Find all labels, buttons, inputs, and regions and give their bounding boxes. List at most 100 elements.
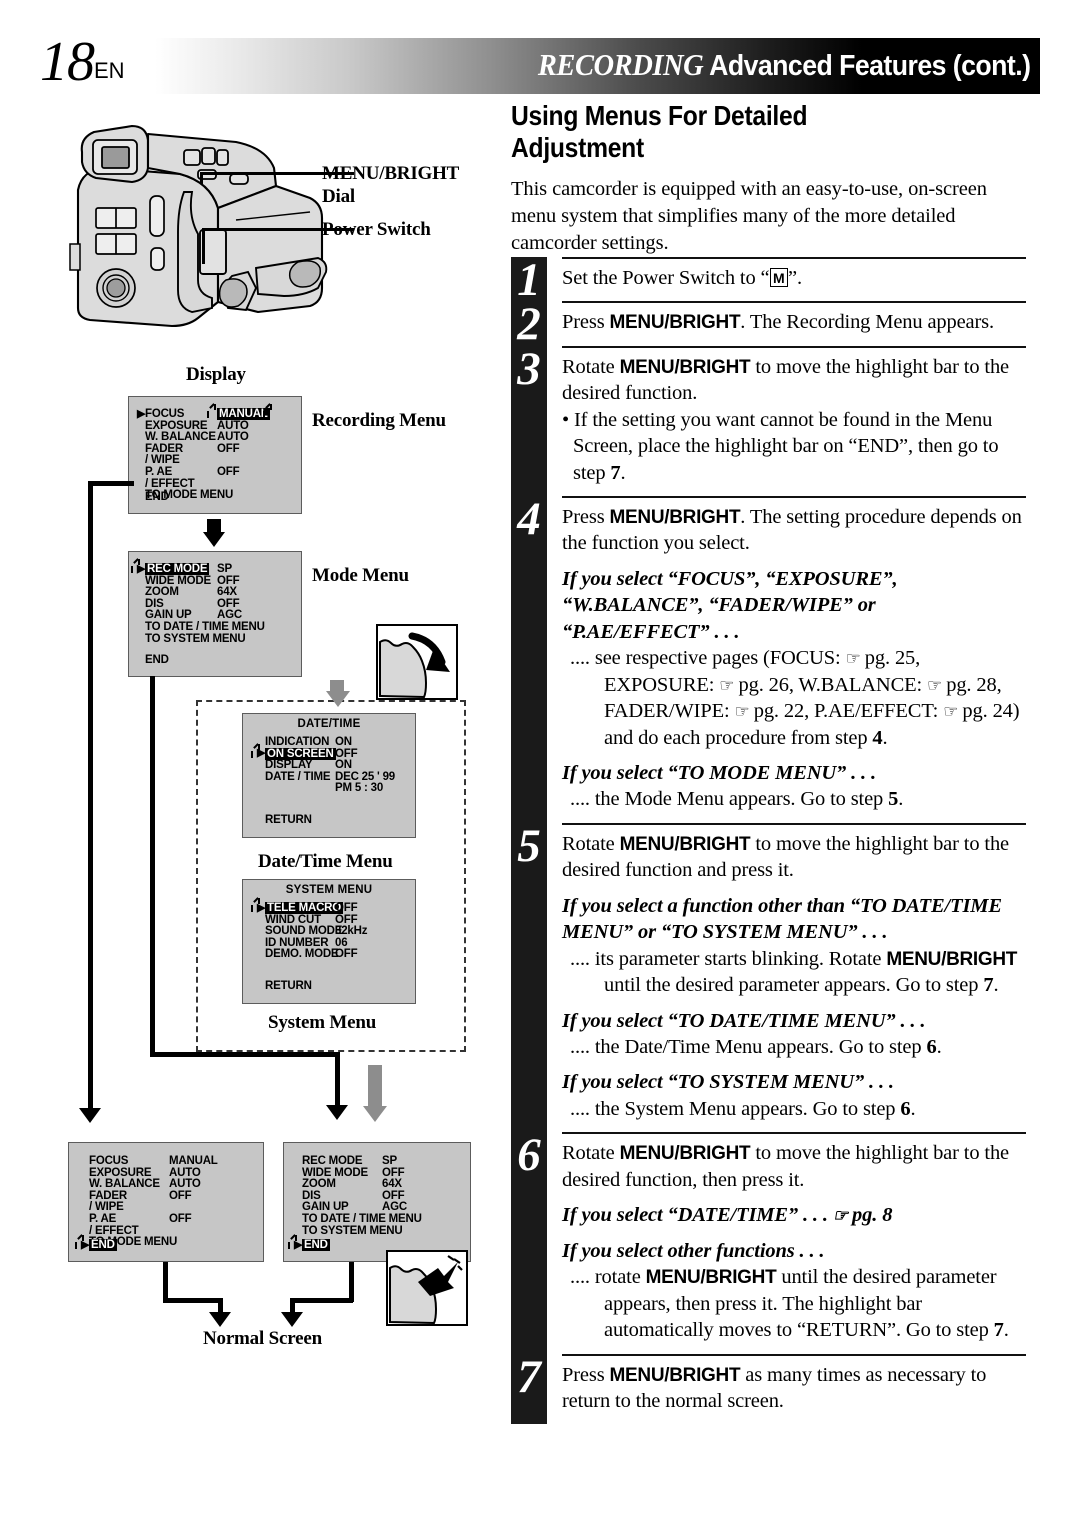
osd-row-value: OFF [217,442,240,455]
osd-row-label: TO SYSTEM MENU [302,1224,403,1237]
menu-bright-label: MENU/BRIGHT [609,312,741,334]
osd-row-value: SP [217,563,232,575]
section-title-line1: Using Menus For Detailed [511,100,808,131]
osd-highlight: TELE MACRO [265,902,344,914]
osd-row-label: GAIN UP [302,1201,349,1214]
osd-row-label: FOCUS [145,408,185,420]
mode-to-bottom-drop [335,1052,340,1108]
osd-row-label: DATE / TIME [265,770,331,783]
step-body: Rotate MENU/BRIGHT to move the highlight… [562,1132,1026,1353]
osd-row-label: SOUND MODE [265,925,343,938]
step-2: 2 Press MENU/BRIGHT. The Recording Menu a… [511,301,1026,348]
normal-screen-line-right-v1 [349,1262,354,1302]
step-number: 4 [517,492,541,545]
osd-row-label: TO SYSTEM MENU [145,632,246,645]
page-header: 18EN RECORDING Advanced Features (cont.) [40,34,1040,94]
blink-indicator [288,1234,305,1252]
step-body: Set the Power Switch to “M”. [562,256,1026,301]
step-text: If you select “FOCUS”, “EXPOSURE”, “W.BA… [562,567,898,643]
osd-row-value: MANUAL [217,408,270,420]
step-5: 5 Rotate MENU/BRIGHT to move the highligh… [511,819,1026,1133]
osd-row-label: TO DATE / TIME MENU [145,621,265,633]
steps-list: 1 Set the Power Switch to “M”. 2 Press MENU… [511,256,1026,1425]
osd-row-label: ZOOM [302,1178,336,1191]
osd-row-value: AUTO [217,431,249,444]
osd-row-label: REC MODE [145,563,210,575]
osd-title: DATE/TIME [297,718,361,730]
header-title-recording: RECORDING [537,47,703,82]
step-body: Rotate MENU/BRIGHT to move the highlight… [562,822,1026,1133]
osd-row-value: OFF [217,574,240,587]
submenu-to-bottom-shaft [368,1065,382,1109]
osd-row-label: FOCUS [89,1155,129,1167]
page-number: 18EN [40,34,125,90]
osd-row-label: END [89,1239,117,1251]
caption-date-time-menu: Date/Time Menu [258,851,393,872]
step-text: If you select “TO DATE/TIME MENU” . . . [562,1009,926,1032]
osd-row-value: OFF [217,466,240,478]
step-ref: 7 [983,974,994,997]
step-body: Rotate MENU/BRIGHT to move the highlight… [562,345,1026,496]
blink-indicator [251,897,268,915]
blink-indicator [251,742,268,761]
osd-row-value: 64X [382,1178,402,1191]
submenu-to-bottom-arrow-head [363,1106,387,1122]
header-title: RECORDING Advanced Features (cont.) [537,47,1030,83]
osd-row-label: WIND CUT [265,913,321,926]
osd-highlight: END [302,1239,330,1251]
osd-row-value: OFF [169,1189,192,1202]
menu-bright-label: MENU/BRIGHT [609,1364,741,1386]
osd-row-label: END [145,491,169,503]
osd-row-value: OFF [335,948,358,961]
section-intro: This camcorder is equipped with an easy-… [511,178,987,254]
step-number: 7 [517,1350,541,1403]
osd-row-label: RETURN [265,814,312,826]
page-number-value: 18 [40,31,95,93]
osd-row-label: EXPOSURE [89,1166,152,1179]
osd-row-value: ON [335,759,352,772]
flow-arrow-mode-to-submenu-head [326,691,350,707]
menu-bright-label: MENU/BRIGHT [645,1267,777,1289]
osd-row-label: GAIN UP [145,609,192,622]
callout-menu-bright-dial-line2: Dial [322,186,355,207]
step-1: 1 Set the Power Switch to “M”. [511,256,1026,303]
osd-row-label: ZOOM [145,586,179,599]
step-ref: 6 [900,1097,911,1120]
return-line-arrow-head [79,1108,101,1123]
osd-row-value: AUTO [217,419,249,432]
menu-bright-label: MENU/BRIGHT [886,948,1018,970]
step-text: Press MENU/BRIGHT. The setting procedure… [562,505,1022,555]
caption-normal-screen: Normal Screen [203,1328,322,1349]
osd-mode-menu: REC MODE SP ▶ WIDE MODE OFF ZOOM 64X DIS OFF GAIN… [128,551,302,677]
step-text: Rotate MENU/BRIGHT to move the highlight… [562,1142,1010,1191]
osd-row-value: AGC [382,1201,407,1214]
step-ref: 5 [888,788,899,811]
osd-row-label: P. AE [89,1213,117,1225]
step-text: .... the System Menu appears. Go to step… [570,1097,916,1120]
osd-row-value: MANUAL [169,1155,218,1167]
osd-row-value: OFF [335,747,358,760]
m-mode-icon: M [769,268,789,288]
pointing-hand-icon: ☞ [927,675,942,695]
osd-row-value: SP [382,1155,397,1167]
step-text: If you select “TO SYSTEM MENU” . . . [562,1071,894,1094]
step-number: 5 [517,819,541,872]
press-dial-icon [386,1250,468,1326]
osd-row-value: 32kHz [335,925,368,938]
step-ref: 7 [610,461,621,484]
osd-highlight: END [89,1239,117,1251]
osd-recording-menu: FOCUS MANUAL ▶ EXPOSURE AUTO W. BALANCE AUTO FA… [128,396,302,514]
rotate-dial-icon [376,624,458,700]
osd-row-value: OFF [335,902,358,914]
step-text: Press MENU/BRIGHT. The Recording Menu ap… [562,311,994,334]
osd-row-label: / WIPE [89,1201,124,1214]
menu-bright-label: MENU/BRIGHT [609,506,741,528]
osd-row-label: DEMO. MODE [265,948,339,961]
osd-row-value: 06 [335,936,348,949]
step-text: If you select other functions . . . [562,1239,825,1262]
step-text: If you select “TO MODE MENU” . . . [562,761,876,784]
step-ref: 7 [993,1319,1004,1342]
osd-row-value: AUTO [169,1178,201,1191]
page-language-code: EN [94,58,125,83]
osd-row-value: OFF [382,1166,405,1179]
